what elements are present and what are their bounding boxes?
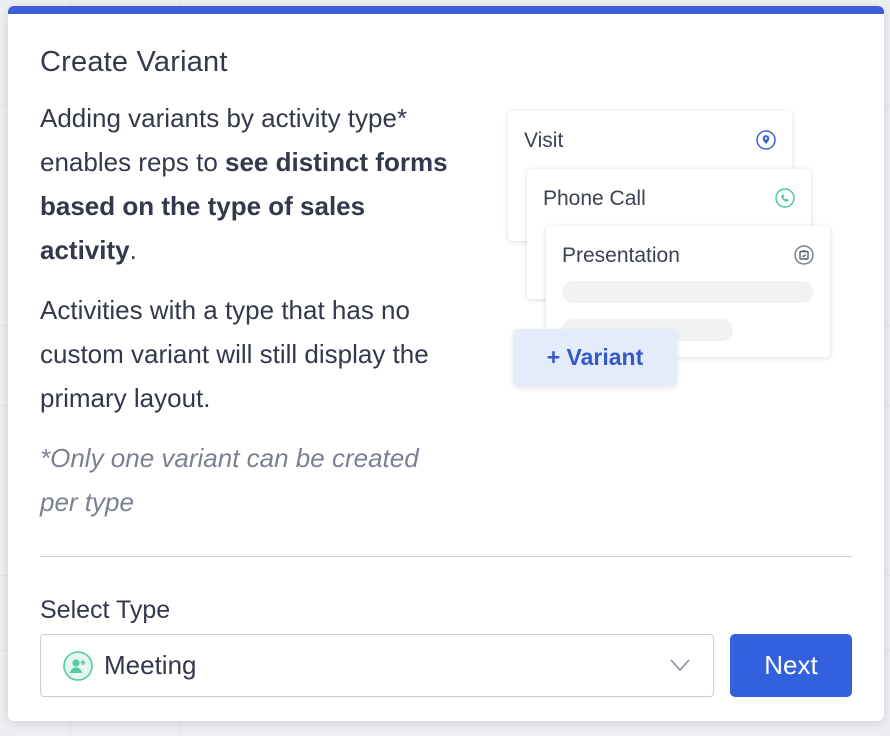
create-variant-dialog: Create Variant Adding variants by activi…: [8, 6, 884, 721]
dialog-title: Create Variant: [40, 46, 228, 78]
chevron-down-icon: [670, 659, 690, 672]
placeholder-line-long: [562, 281, 813, 303]
description-primary-layout: Activities with a type that has no custo…: [40, 295, 429, 413]
card-label-presentation: Presentation: [562, 244, 680, 267]
selected-type-value: Meeting: [104, 650, 197, 680]
presentation-icon: [794, 245, 814, 265]
card-label-visit: Visit: [524, 129, 564, 152]
select-type-label: Select Type: [40, 596, 171, 624]
next-button[interactable]: Next: [730, 634, 852, 697]
phone-icon: [775, 188, 795, 208]
section-divider: [40, 556, 852, 557]
add-variant-button[interactable]: + Variant: [513, 329, 677, 386]
description-text-end: .: [129, 235, 137, 265]
meeting-user-icon: [63, 651, 93, 681]
dialog-top-accent-bar: [8, 6, 884, 14]
location-pin-icon: [756, 130, 776, 150]
footnote-one-variant: *Only one variant can be created per typ…: [40, 443, 419, 517]
description-variants: Adding variants by activity type* enable…: [40, 96, 460, 272]
type-select-dropdown[interactable]: Meeting: [40, 634, 714, 697]
card-label-phone-call: Phone Call: [543, 187, 646, 210]
